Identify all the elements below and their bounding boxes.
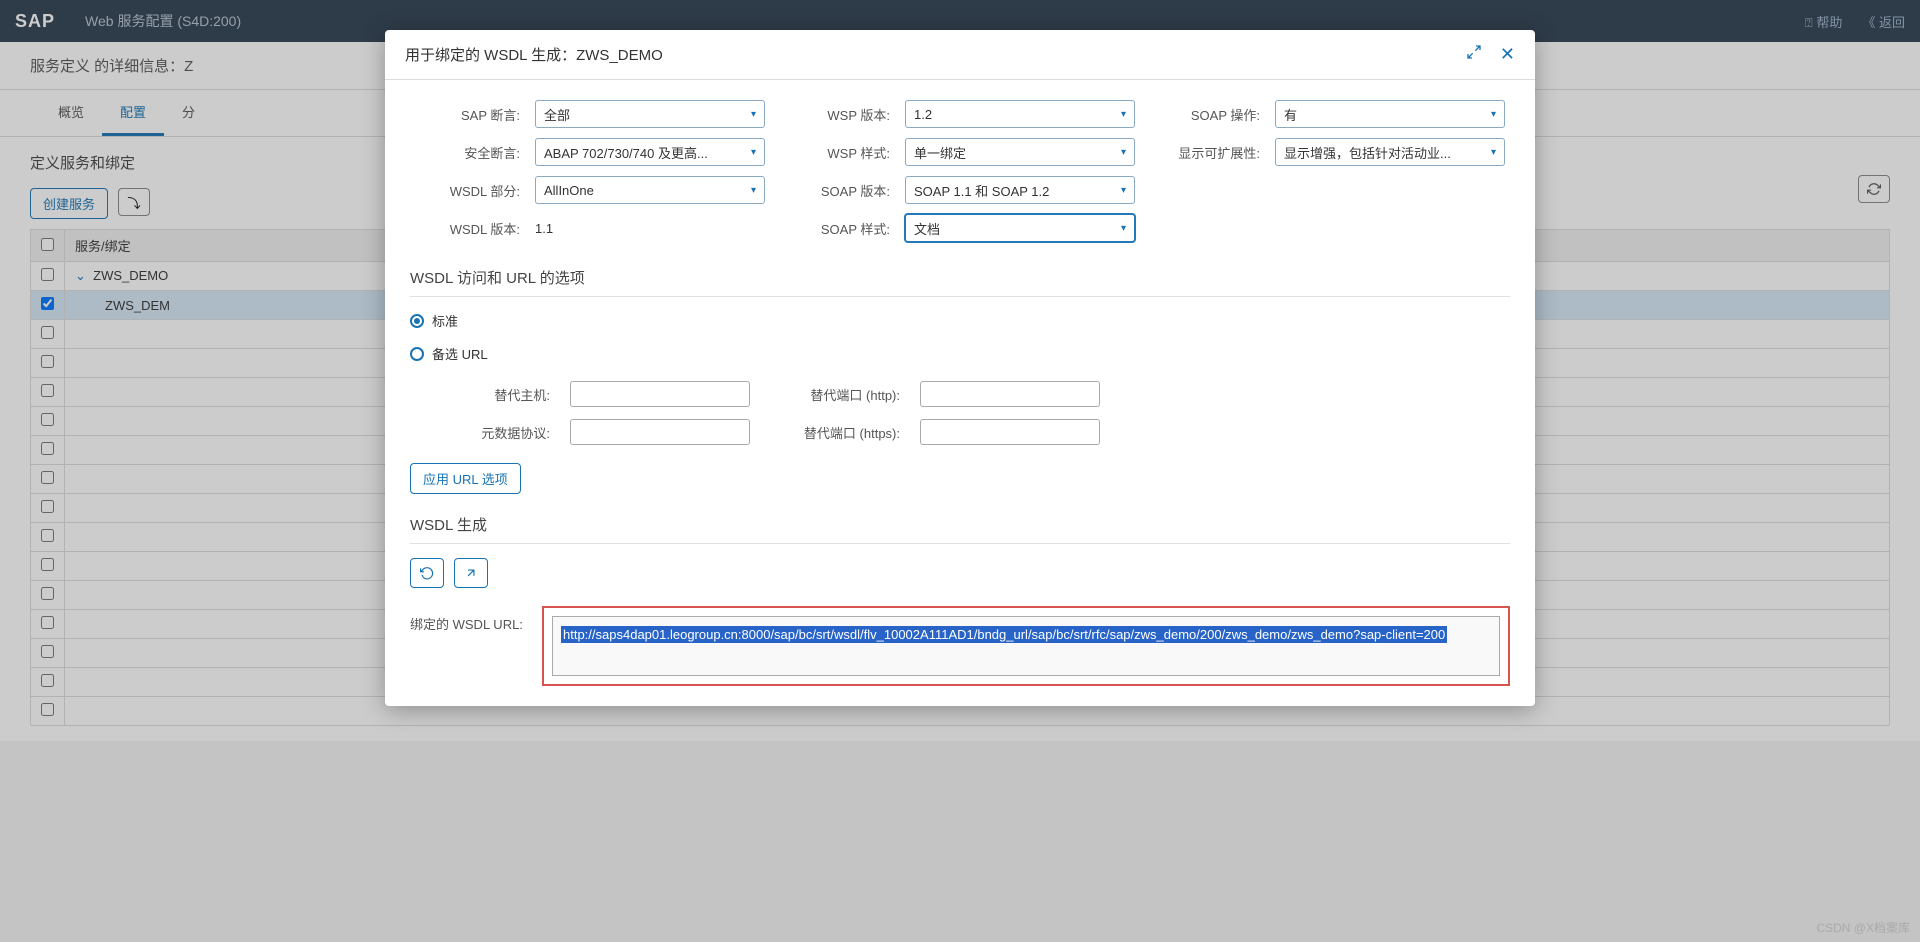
arrow-icon xyxy=(464,566,478,580)
radio-alternate[interactable]: 备选 URL xyxy=(410,344,1510,363)
label-soap-style: SOAP 样式: xyxy=(780,219,890,238)
url-result-row: 绑定的 WSDL URL: http://saps4dap01.leogroup… xyxy=(410,606,1510,686)
chevron-down-icon: ▾ xyxy=(751,185,756,196)
refresh-icon xyxy=(420,566,434,580)
input-alt-host[interactable] xyxy=(570,381,750,407)
apply-url-button[interactable]: 应用 URL 选项 xyxy=(410,463,521,494)
chevron-down-icon: ▾ xyxy=(751,147,756,158)
label-alt-port-https: 替代端口 (https): xyxy=(770,423,900,442)
label-sec-assert: 安全断言: xyxy=(410,143,520,162)
chevron-down-icon: ▾ xyxy=(1121,223,1126,234)
input-alt-port-https[interactable] xyxy=(920,419,1100,445)
url-highlight-box: http://saps4dap01.leogroup.cn:8000/sap/b… xyxy=(542,606,1510,686)
label-wsdl-ver: WSDL 版本: xyxy=(410,219,520,238)
select-wsp-ver[interactable]: 1.2▾ xyxy=(905,100,1135,128)
radio-group: 标准 备选 URL xyxy=(410,311,1510,363)
modal-title: 用于绑定的 WSDL 生成：ZWS_DEMO xyxy=(405,44,663,65)
close-icon[interactable]: ✕ xyxy=(1500,44,1515,65)
label-show-ext: 显示可扩展性: xyxy=(1150,143,1260,162)
label-wsdl-part: WSDL 部分: xyxy=(410,181,520,200)
label-sap-assert: SAP 断言: xyxy=(410,105,520,124)
label-wsp-style: WSP 样式: xyxy=(780,143,890,162)
form-grid: SAP 断言: 全部▾ WSP 版本: 1.2▾ SOAP 操作: 有▾ 安全断… xyxy=(410,100,1510,242)
value-wsdl-ver: 1.1 xyxy=(535,221,765,236)
chevron-down-icon: ▾ xyxy=(1491,109,1496,120)
chevron-down-icon: ▾ xyxy=(1121,147,1126,158)
select-sec-assert[interactable]: ABAP 702/730/740 及更高...▾ xyxy=(535,138,765,166)
section-wsdl-gen: WSDL 生成 xyxy=(410,514,1510,544)
regenerate-button[interactable] xyxy=(410,558,444,588)
modal-overlay: 用于绑定的 WSDL 生成：ZWS_DEMO ✕ SAP 断言: 全部▾ WSP… xyxy=(0,0,1920,942)
input-alt-port-http[interactable] xyxy=(920,381,1100,407)
open-button[interactable] xyxy=(454,558,488,588)
label-soap-op: SOAP 操作: xyxy=(1150,105,1260,124)
label-alt-host: 替代主机: xyxy=(450,385,550,404)
wsdl-url-output[interactable]: http://saps4dap01.leogroup.cn:8000/sap/b… xyxy=(552,616,1500,676)
input-meta-proto[interactable] xyxy=(570,419,750,445)
chevron-down-icon: ▾ xyxy=(1121,109,1126,120)
chevron-down-icon: ▾ xyxy=(1121,185,1126,196)
chevron-down-icon: ▾ xyxy=(751,109,756,120)
expand-icon[interactable] xyxy=(1466,44,1482,65)
modal-body: SAP 断言: 全部▾ WSP 版本: 1.2▾ SOAP 操作: 有▾ 安全断… xyxy=(385,80,1535,706)
watermark: CSDN @X档案库 xyxy=(1816,919,1910,936)
select-soap-op[interactable]: 有▾ xyxy=(1275,100,1505,128)
radio-standard[interactable]: 标准 xyxy=(410,311,1510,330)
select-soap-ver[interactable]: SOAP 1.1 和 SOAP 1.2▾ xyxy=(905,176,1135,204)
modal-header: 用于绑定的 WSDL 生成：ZWS_DEMO ✕ xyxy=(385,30,1535,80)
chevron-down-icon: ▾ xyxy=(1491,147,1496,158)
select-show-ext[interactable]: 显示增强，包括针对活动业...▾ xyxy=(1275,138,1505,166)
gen-toolbar xyxy=(410,558,1510,588)
select-sap-assert[interactable]: 全部▾ xyxy=(535,100,765,128)
section-url-options: WSDL 访问和 URL 的选项 xyxy=(410,267,1510,297)
url-result-label: 绑定的 WSDL URL: xyxy=(410,606,530,633)
radio-icon xyxy=(410,347,424,361)
label-meta-proto: 元数据协议: xyxy=(450,423,550,442)
wsdl-modal: 用于绑定的 WSDL 生成：ZWS_DEMO ✕ SAP 断言: 全部▾ WSP… xyxy=(385,30,1535,706)
url-options-form: 替代主机: 替代端口 (http): 元数据协议: 替代端口 (https): xyxy=(450,381,1510,445)
select-soap-style[interactable]: 文档▾ xyxy=(905,214,1135,242)
select-wsp-style[interactable]: 单一绑定▾ xyxy=(905,138,1135,166)
label-wsp-ver: WSP 版本: xyxy=(780,105,890,124)
radio-icon xyxy=(410,314,424,328)
label-soap-ver: SOAP 版本: xyxy=(780,181,890,200)
url-text: http://saps4dap01.leogroup.cn:8000/sap/b… xyxy=(561,626,1447,643)
select-wsdl-part[interactable]: AllInOne▾ xyxy=(535,176,765,204)
label-alt-port-http: 替代端口 (http): xyxy=(770,385,900,404)
